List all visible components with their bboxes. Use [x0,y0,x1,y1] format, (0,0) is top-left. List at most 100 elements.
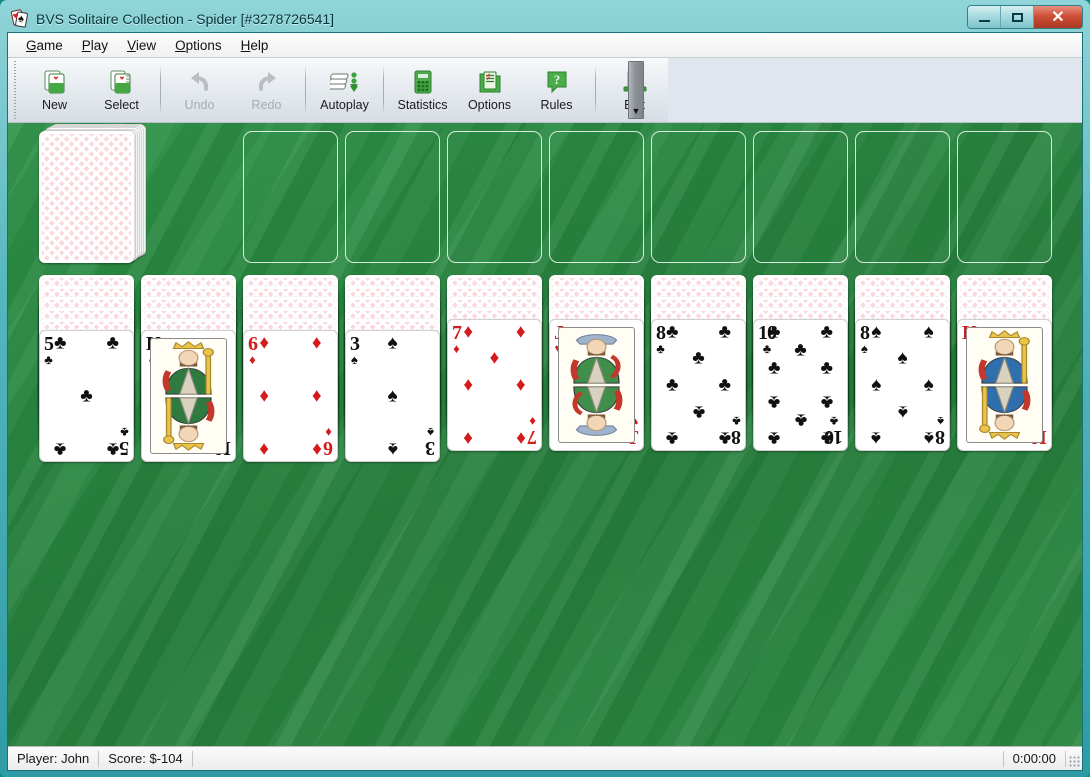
menu-view[interactable]: View [118,35,166,56]
card-pip: ♣ [820,321,833,343]
card-pip: ♣ [768,427,781,449]
card-pip: ♠ [871,427,882,449]
toolbar-gripper[interactable] [11,61,19,119]
card-pip: ♠ [871,321,882,343]
card-pip: ♣ [692,401,705,423]
toolbar-autoplay-button[interactable]: Autoplay [311,58,378,122]
card-pip: ♣ [820,391,833,413]
toolbar-statistics-button[interactable]: Statistics [389,58,456,122]
card-pip: ♠ [387,385,398,407]
tableau-top-card-column-6[interactable]: J♥J♥ [549,319,644,451]
toolbar-new-label: New [41,98,67,112]
card-pip: ♣ [106,438,119,460]
tableau-top-card-column-4[interactable]: 3 ♠ 3 ♠ ♠ ♠ ♠ [345,330,440,462]
foundation-7[interactable] [855,131,950,263]
select-game-icon [107,68,137,96]
card-pip: ♠ [897,347,908,369]
court-card-art [558,327,635,443]
status-divider-2 [191,750,193,767]
tableau-top-card-column-1[interactable]: 5 ♣ 5 ♣ ♣ ♣ ♣ ♣ ♣ [39,330,134,462]
foundation-3[interactable] [447,131,542,263]
card-pip: ♣ [794,339,807,361]
card-pip: ♣ [692,347,705,369]
toolbar-options-button[interactable]: Options [456,58,523,122]
toolbar-select-button[interactable]: Select [88,58,155,122]
card-pip: ♣ [768,357,781,379]
game-table[interactable]: 5♣5♣♣♣♣♣♣K♣K♣6♦6♦♦♦♦♦♦♦3♠3♠♠♠♠7♦7♦♦♦♦♦♦♦… [8,123,1082,746]
status-player: Player: John [17,751,90,766]
card-pips: ♠ ♠ ♠ ♠ ♠ ♠ ♠ ♠ [868,321,937,449]
foundation-2[interactable] [345,131,440,263]
card-pip: ♣ [718,427,731,449]
toolbar-overflow-button[interactable]: ▼ [628,61,644,119]
maximize-icon [1011,12,1023,22]
foundation-8[interactable] [957,131,1052,263]
card-pip: ♣ [794,409,807,431]
stock-top-card-back[interactable] [39,131,134,263]
tableau-top-card-column-10[interactable]: K♦K♦ [957,319,1052,451]
card-index-br: 8 ♣ [732,414,741,448]
tableau-top-card-column-3[interactable]: 6 ♦ 6 ♦ ♦ ♦ ♦ ♦ ♦ ♦ [243,330,338,462]
close-icon: ✕ [1051,9,1065,26]
tableau-top-card-column-9[interactable]: 8 ♠ 8 ♠ ♠ ♠ ♠ ♠ ♠ ♠ ♠ ♠ [855,319,950,451]
resize-grip-icon[interactable] [1066,747,1082,770]
toolbar-new-button[interactable]: New [21,58,88,122]
stock-pile[interactable] [39,123,148,273]
svg-text:?: ? [553,72,560,87]
court-half-bot [967,385,1042,442]
card-pip: ♣ [666,374,679,396]
card-pip: ♣ [666,321,679,343]
toolbar-select-label: Select [104,98,139,112]
card-pips: ♦ ♦ ♦ ♦ ♦ ♦ [256,332,325,460]
menu-options[interactable]: Options [166,35,232,56]
window-controls: ✕ [967,5,1083,29]
foundation-6[interactable] [753,131,848,263]
toolbar-redo-button[interactable]: Redo [233,58,300,122]
menu-game[interactable]: Game [17,35,73,56]
card-pips: ♦ ♦ ♦ ♦ ♦ ♦ ♦ [460,321,529,449]
tableau-top-card-column-8[interactable]: 10 ♣ 10 ♣ ♣ ♣ ♣ ♣ ♣ ♣ ♣ ♣ ♣ ♣ [753,319,848,451]
card-pip: ♣ [106,332,119,354]
toolbar-rules-button[interactable]: ? Rules [523,58,590,122]
foundation-1[interactable] [243,131,338,263]
foundation-4[interactable] [549,131,644,263]
toolbar-options-label: Options [467,98,512,112]
toolbar-separator-3 [383,66,384,114]
menu-help[interactable]: Help [232,35,279,56]
minimize-icon [978,19,990,22]
toolbar-separator-1 [160,66,161,114]
minimize-button[interactable] [968,6,1001,28]
card-pip: ♠ [387,332,398,354]
card-pip: ♦ [311,438,322,460]
title-bar[interactable]: ♥ ♠ BVS Solitaire Collection - Spider [#… [7,5,1083,32]
close-button[interactable]: ✕ [1034,6,1082,28]
toolbar-undo-button[interactable]: Undo [166,58,233,122]
card-pip: ♦ [489,347,500,369]
card-pip: ♠ [897,401,908,423]
menu-play[interactable]: Play [73,35,118,56]
autoplay-icon [327,68,360,96]
toolbar-separator-4 [595,66,596,114]
card-pip: ♣ [768,391,781,413]
court-card-art [966,327,1043,443]
card-index-br: 5 ♣ [120,425,129,459]
tableau-top-card-column-5[interactable]: 7 ♦ 7 ♦ ♦ ♦ ♦ ♦ ♦ ♦ ♦ [447,319,542,451]
tableau-top-card-column-2[interactable]: K♣K♣ [141,330,236,462]
foundation-5[interactable] [651,131,746,263]
toolbar: New Select Undo Redo Autoplay Statistics… [8,58,1082,123]
card-pip: ♦ [311,385,322,407]
status-timer: 0:00:00 [1012,751,1056,766]
rules-icon: ? [542,68,572,96]
maximize-button[interactable] [1001,6,1034,28]
card-pip: ♦ [515,321,526,343]
application-window: ♥ ♠ BVS Solitaire Collection - Spider [#… [0,0,1090,777]
card-pips: ♣ ♣ ♣ ♣ ♣ ♣ ♣ ♣ ♣ ♣ [766,321,835,449]
card-pip: ♠ [923,374,934,396]
toolbar-redo-label: Redo [251,98,282,112]
tableau-top-card-column-7[interactable]: 8 ♣ 8 ♣ ♣ ♣ ♣ ♣ ♣ ♣ ♣ ♣ [651,319,746,451]
card-pip: ♠ [923,321,934,343]
status-score: Score: $-104 [108,751,183,766]
card-index-br: 8 ♠ [936,414,945,448]
card-pip: ♦ [311,332,322,354]
card-pip: ♣ [80,385,93,407]
